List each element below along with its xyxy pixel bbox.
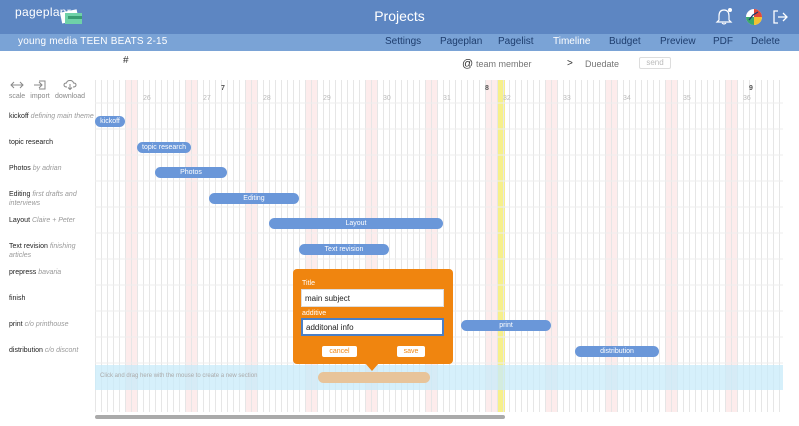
project-navbar: young media TEEN BEATS 2-15 Settings Pag… <box>0 34 799 51</box>
notification-dot <box>728 8 732 12</box>
nav-timeline[interactable]: Timeline <box>553 36 590 47</box>
nav-pdf[interactable]: PDF <box>713 36 733 47</box>
project-name: young media TEEN BEATS 2-15 <box>18 36 168 47</box>
nav-delete[interactable]: Delete <box>751 36 780 47</box>
nav-pagelist[interactable]: Pagelist <box>498 36 534 47</box>
row-subtitle: Claire + Peter <box>31 217 75 224</box>
row-label[interactable]: print c/o printhouse <box>9 320 94 329</box>
row-title: Editing <box>9 191 31 198</box>
nav-settings[interactable]: Settings <box>385 36 421 47</box>
row-subtitle: c/o discont <box>44 347 79 354</box>
page-title: Projects <box>374 8 425 24</box>
day-label: 27 <box>203 95 211 102</box>
horizontal-scrollbar[interactable] <box>95 415 505 419</box>
row-title: Photos <box>9 165 31 172</box>
timeline-bar[interactable]: Photos <box>155 167 227 178</box>
at-symbol: @ <box>462 58 474 70</box>
row-subtitle: c/o printhouse <box>24 321 69 328</box>
row-title: kickoff <box>9 113 29 120</box>
row-title: distribution <box>9 347 43 354</box>
row-label[interactable]: Layout Claire + Peter <box>9 216 94 225</box>
row-title: Layout <box>9 217 31 224</box>
arrow-symbol: > <box>567 58 573 69</box>
timeline-bar[interactable]: Layout <box>269 218 443 229</box>
logout-icon[interactable] <box>771 8 789 26</box>
import-icon <box>34 80 46 90</box>
nav-pageplan[interactable]: Pageplan <box>440 36 482 47</box>
row-title: finish <box>9 295 26 302</box>
cancel-button[interactable]: cancel <box>322 346 357 357</box>
cloud-download-icon <box>63 80 77 90</box>
app-window: pageplanr Projects young media TEEN BEAT… <box>0 0 799 426</box>
day-label: 26 <box>143 95 151 102</box>
send-button[interactable]: send <box>639 57 671 69</box>
nav-budget[interactable]: Budget <box>609 36 641 47</box>
avatar[interactable] <box>745 8 763 26</box>
save-button[interactable]: save <box>397 346 425 357</box>
row-label[interactable]: distribution c/o discont <box>9 346 94 355</box>
drag-hint-text: Click and drag here with the mouse to cr… <box>100 373 258 379</box>
row-title: topic research <box>9 139 53 146</box>
row-label[interactable]: kickoff defining main theme <box>9 112 94 121</box>
top-header: pageplanr Projects <box>0 0 799 34</box>
row-label[interactable]: prepress bavaria <box>9 268 94 277</box>
day-label: 34 <box>623 95 631 102</box>
new-section-ghost-bar[interactable] <box>318 372 430 383</box>
row-label[interactable]: Editing first drafts and interviews <box>9 190 94 208</box>
duedate-input[interactable] <box>585 57 635 70</box>
additive-field[interactable] <box>301 318 444 336</box>
day-label: 30 <box>383 95 391 102</box>
nav-preview[interactable]: Preview <box>660 36 696 47</box>
row-title: Text revision <box>9 243 48 250</box>
week-label: 8 <box>485 85 489 92</box>
timeline-bar[interactable]: distribution <box>575 345 659 357</box>
row-subtitle: bavaria <box>38 269 62 276</box>
day-label: 33 <box>563 95 571 102</box>
day-label: 35 <box>683 95 691 102</box>
timeline-bar[interactable]: kickoff <box>95 116 125 127</box>
row-subtitle: by adrian <box>32 165 62 172</box>
timeline-bar[interactable]: Editing <box>209 192 299 204</box>
row-title: prepress <box>9 269 37 276</box>
hash-symbol: # <box>123 55 129 66</box>
day-label: 32 <box>503 95 511 102</box>
day-label: 31 <box>443 95 451 102</box>
day-label: 29 <box>323 95 331 102</box>
week-label: 9 <box>749 85 753 92</box>
team-member-input[interactable] <box>476 57 561 70</box>
row-subtitle: defining main theme <box>30 113 94 120</box>
timeline-bar[interactable]: Text revision <box>299 243 389 255</box>
timeline-bar[interactable]: topic research <box>137 141 191 153</box>
download-label: download <box>55 93 85 100</box>
row-label[interactable]: Text revision finishing articles <box>9 242 94 260</box>
row-label[interactable]: topic research <box>9 138 94 147</box>
row-title: print <box>9 321 23 328</box>
title-field-label: Title <box>302 280 315 287</box>
download-tool[interactable]: download <box>50 80 90 100</box>
week-label: 7 <box>221 85 225 92</box>
row-label[interactable]: finish <box>9 294 94 303</box>
additive-field-label: additive <box>302 310 327 317</box>
row-label[interactable]: Photos by adrian <box>9 164 94 173</box>
title-field[interactable] <box>301 289 444 307</box>
day-label: 36 <box>743 95 751 102</box>
popup-pointer <box>365 363 379 371</box>
day-label: 28 <box>263 95 271 102</box>
import-label: import <box>30 93 50 100</box>
timeline-bar[interactable]: print <box>461 320 551 331</box>
